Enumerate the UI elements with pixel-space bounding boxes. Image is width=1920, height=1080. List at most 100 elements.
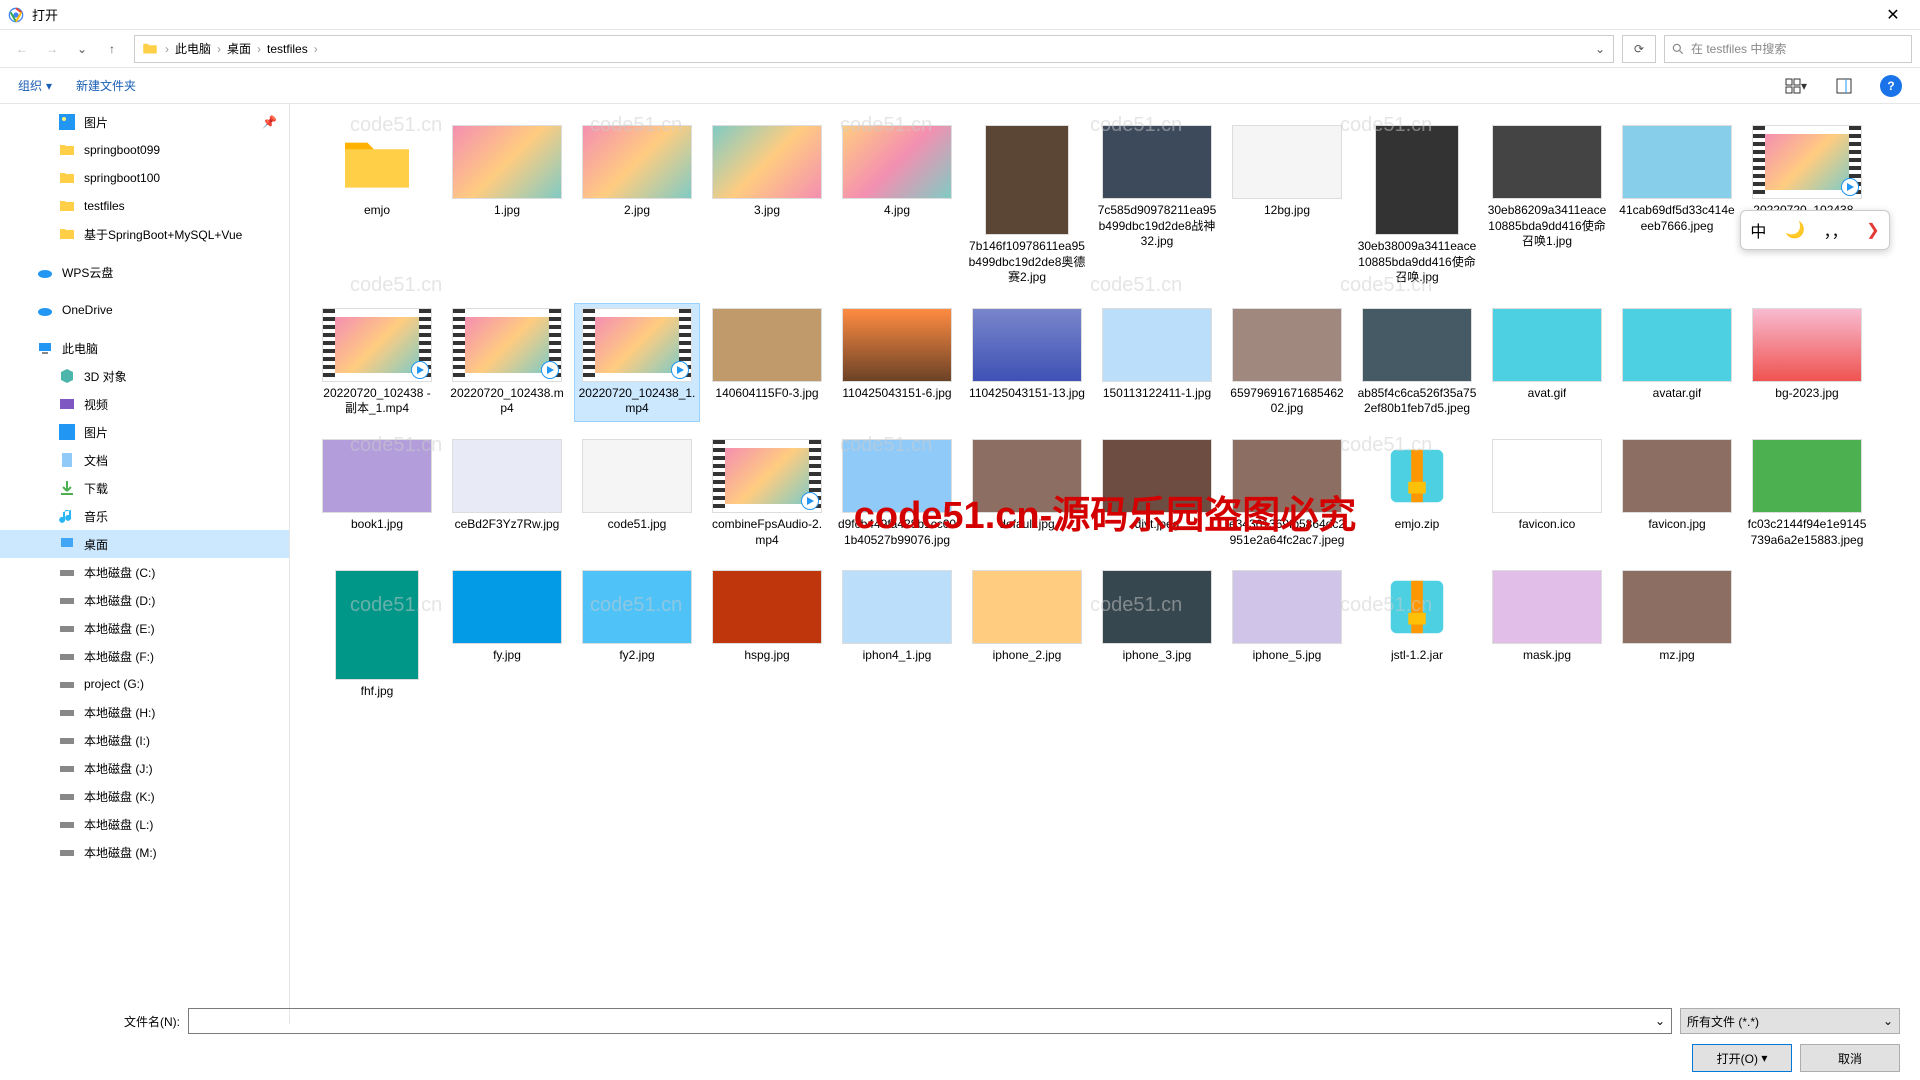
organize-menu[interactable]: 组织 ▾ — [18, 77, 52, 94]
chevron-right-icon[interactable]: › — [255, 42, 263, 56]
file-item[interactable]: bg-2023.jpg — [1744, 303, 1870, 422]
file-pane[interactable]: emjo1.jpg2.jpg3.jpg4.jpg7b146f10978611ea… — [290, 104, 1920, 1024]
file-item[interactable]: favicon.ico — [1484, 434, 1610, 553]
file-item[interactable]: emjo.zip — [1354, 434, 1480, 553]
file-item[interactable]: 12bg.jpg — [1224, 120, 1350, 291]
file-item[interactable]: 7b146f10978611ea95b499dbc19d2de8奥德赛2.jpg — [964, 120, 1090, 291]
file-item[interactable]: 3.jpg — [704, 120, 830, 291]
file-item[interactable]: djyt.jpeg — [1094, 434, 1220, 553]
file-item[interactable]: 110425043151-6.jpg — [834, 303, 960, 422]
file-item[interactable]: 20220720_102438.mp4 — [444, 303, 570, 422]
open-button[interactable]: 打开(O) ▾ — [1692, 1044, 1792, 1072]
breadcrumb-item[interactable]: 此电脑 — [171, 40, 215, 57]
file-item[interactable]: 20220720_102438_1.mp4 — [574, 303, 700, 422]
file-item[interactable]: 150113122411-1.jpg — [1094, 303, 1220, 422]
sidebar-item-drive-c[interactable]: 本地磁盘 (C:) — [0, 558, 289, 586]
chevron-down-icon[interactable]: ⌄ — [1655, 1014, 1665, 1028]
file-item[interactable]: mz.jpg — [1614, 565, 1740, 705]
breadcrumb-item[interactable]: 桌面 — [223, 40, 255, 57]
sidebar-item-drive-d[interactable]: 本地磁盘 (D:) — [0, 586, 289, 614]
breadcrumb-item[interactable]: testfiles — [263, 42, 312, 56]
file-item[interactable]: ab85f4c6ca526f35a752ef80b1feb7d5.jpeg — [1354, 303, 1480, 422]
sidebar-item-documents[interactable]: 文档 — [0, 446, 289, 474]
file-item[interactable]: fhf.jpg — [314, 565, 440, 705]
sidebar-item-pictures[interactable]: 图片📌 — [0, 108, 289, 136]
sidebar-item-downloads[interactable]: 下载 — [0, 474, 289, 502]
preview-pane-button[interactable] — [1832, 74, 1856, 98]
sidebar-item-drive-l[interactable]: 本地磁盘 (L:) — [0, 810, 289, 838]
sidebar-item-drive-h[interactable]: 本地磁盘 (H:) — [0, 698, 289, 726]
file-item[interactable]: jstl-1.2.jar — [1354, 565, 1480, 705]
file-item[interactable]: iphone_5.jpg — [1224, 565, 1350, 705]
sidebar-item-drive-m[interactable]: 本地磁盘 (M:) — [0, 838, 289, 866]
sidebar-item-springboot100[interactable]: springboot100 — [0, 164, 289, 192]
sidebar-item-spring-project[interactable]: 基于SpringBoot+MySQL+Vue — [0, 220, 289, 248]
ime-punct-icon[interactable]: ，， — [1824, 218, 1848, 242]
file-item[interactable]: 2.jpg — [574, 120, 700, 291]
chevron-right-icon[interactable]: › — [163, 42, 171, 56]
sidebar-item-testfiles[interactable]: testfiles — [0, 192, 289, 220]
address-bar[interactable]: › 此电脑 › 桌面 › testfiles › ⌄ — [134, 35, 1614, 63]
file-item[interactable]: emjo — [314, 120, 440, 291]
sidebar-item-onedrive[interactable]: OneDrive — [0, 296, 289, 324]
file-item[interactable]: fc03c2144f94e1e9145739a6a2e15883.jpeg — [1744, 434, 1870, 553]
sidebar-item-drive-g[interactable]: project (G:) — [0, 670, 289, 698]
file-item[interactable]: d9fcb449fa428b1cc001b40527b99076.jpg — [834, 434, 960, 553]
sidebar-item-pictures2[interactable]: 图片 — [0, 418, 289, 446]
sidebar-item-desktop[interactable]: 桌面 — [0, 530, 289, 558]
file-item[interactable]: ceBd2F3Yz7Rw.jpg — [444, 434, 570, 553]
chevron-down-icon[interactable]: ⌄ — [1883, 1014, 1893, 1028]
sidebar-item-3d-objects[interactable]: 3D 对象 — [0, 362, 289, 390]
view-options-button[interactable]: ▾ — [1784, 74, 1808, 98]
file-item[interactable]: avatar.gif — [1614, 303, 1740, 422]
forward-button[interactable]: → — [38, 35, 66, 63]
file-item[interactable]: combineFpsAudio-2.mp4 — [704, 434, 830, 553]
file-item[interactable]: 30eb86209a3411eace10885bda9dd416使命召唤1.jp… — [1484, 120, 1610, 291]
file-item[interactable]: 7c585d90978211ea95b499dbc19d2de8战神32.jpg — [1094, 120, 1220, 291]
sidebar-item-drive-j[interactable]: 本地磁盘 (J:) — [0, 754, 289, 782]
file-item[interactable]: 6597969167168546202.jpg — [1224, 303, 1350, 422]
sidebar-item-drive-i[interactable]: 本地磁盘 (I:) — [0, 726, 289, 754]
file-item[interactable]: iphone_2.jpg — [964, 565, 1090, 705]
ime-mode-icon[interactable]: 🌙 — [1785, 220, 1805, 240]
ime-more-icon[interactable]: ❯ — [1866, 220, 1879, 240]
new-folder-button[interactable]: 新建文件夹 — [76, 77, 136, 94]
sidebar-item-springboot099[interactable]: springboot099 — [0, 136, 289, 164]
file-item[interactable]: 110425043151-13.jpg — [964, 303, 1090, 422]
sidebar-item-this-pc[interactable]: 此电脑 — [0, 334, 289, 362]
up-button[interactable]: ↑ — [98, 35, 126, 63]
close-button[interactable]: ✕ — [1870, 0, 1916, 30]
file-type-select[interactable]: 所有文件 (*.*)⌄ — [1680, 1008, 1900, 1034]
file-item[interactable]: mask.jpg — [1484, 565, 1610, 705]
file-item[interactable]: avat.gif — [1484, 303, 1610, 422]
file-item[interactable]: 140604115F0-3.jpg — [704, 303, 830, 422]
sidebar-item-wps-cloud[interactable]: WPS云盘 — [0, 258, 289, 286]
file-item[interactable]: 1.jpg — [444, 120, 570, 291]
file-item[interactable]: code51.jpg — [574, 434, 700, 553]
recent-dropdown[interactable]: ⌄ — [68, 35, 96, 63]
file-item[interactable]: 20220720_102438 - 副本.mp4 — [1744, 120, 1870, 291]
cancel-button[interactable]: 取消 — [1800, 1044, 1900, 1072]
search-input[interactable]: 在 testfiles 中搜索 — [1664, 35, 1912, 63]
file-item[interactable]: e34361369fb5864dc2951e2a64fc2ac7.jpeg — [1224, 434, 1350, 553]
file-item[interactable]: hspg.jpg — [704, 565, 830, 705]
ime-toolbar[interactable]: 中 🌙 ，， ❯ — [1740, 210, 1890, 250]
file-item[interactable]: 4.jpg — [834, 120, 960, 291]
chevron-right-icon[interactable]: › — [312, 42, 320, 56]
address-dropdown[interactable]: ⌄ — [1589, 42, 1611, 56]
chevron-right-icon[interactable]: › — [215, 42, 223, 56]
sidebar-item-drive-f[interactable]: 本地磁盘 (F:) — [0, 642, 289, 670]
sidebar-item-drive-e[interactable]: 本地磁盘 (E:) — [0, 614, 289, 642]
file-item[interactable]: fy.jpg — [444, 565, 570, 705]
sidebar-item-videos[interactable]: 视频 — [0, 390, 289, 418]
file-item[interactable]: 20220720_102438 - 副本_1.mp4 — [314, 303, 440, 422]
help-button[interactable]: ? — [1880, 75, 1902, 97]
file-item[interactable]: iphon4_1.jpg — [834, 565, 960, 705]
ime-lang[interactable]: 中 — [1750, 218, 1766, 242]
file-item[interactable]: default.jpg — [964, 434, 1090, 553]
filename-input[interactable]: ⌄ — [188, 1008, 1672, 1034]
file-item[interactable]: favicon.jpg — [1614, 434, 1740, 553]
sidebar-item-music[interactable]: 音乐 — [0, 502, 289, 530]
refresh-button[interactable]: ⟳ — [1622, 35, 1656, 63]
file-item[interactable]: 41cab69df5d33c414eeeb7666.jpeg — [1614, 120, 1740, 291]
